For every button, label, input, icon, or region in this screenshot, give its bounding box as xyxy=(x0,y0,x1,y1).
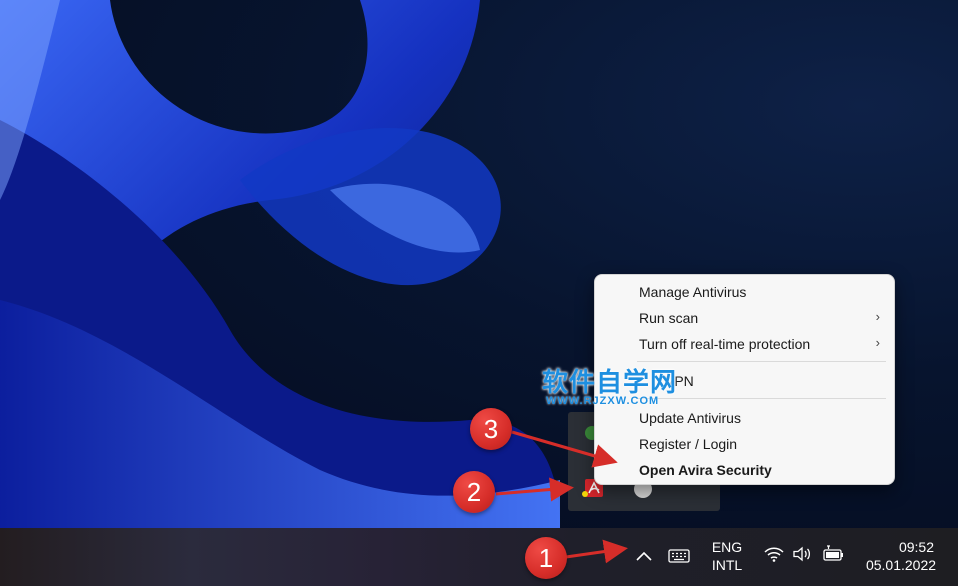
step-3-badge: 3 xyxy=(470,408,512,450)
step-1-badge: 1 xyxy=(525,537,567,579)
step-2-badge: 2 xyxy=(453,471,495,513)
arrow-step-3 xyxy=(511,430,618,468)
arrow-step-2 xyxy=(495,477,574,502)
arrow-step-1 xyxy=(565,539,628,564)
